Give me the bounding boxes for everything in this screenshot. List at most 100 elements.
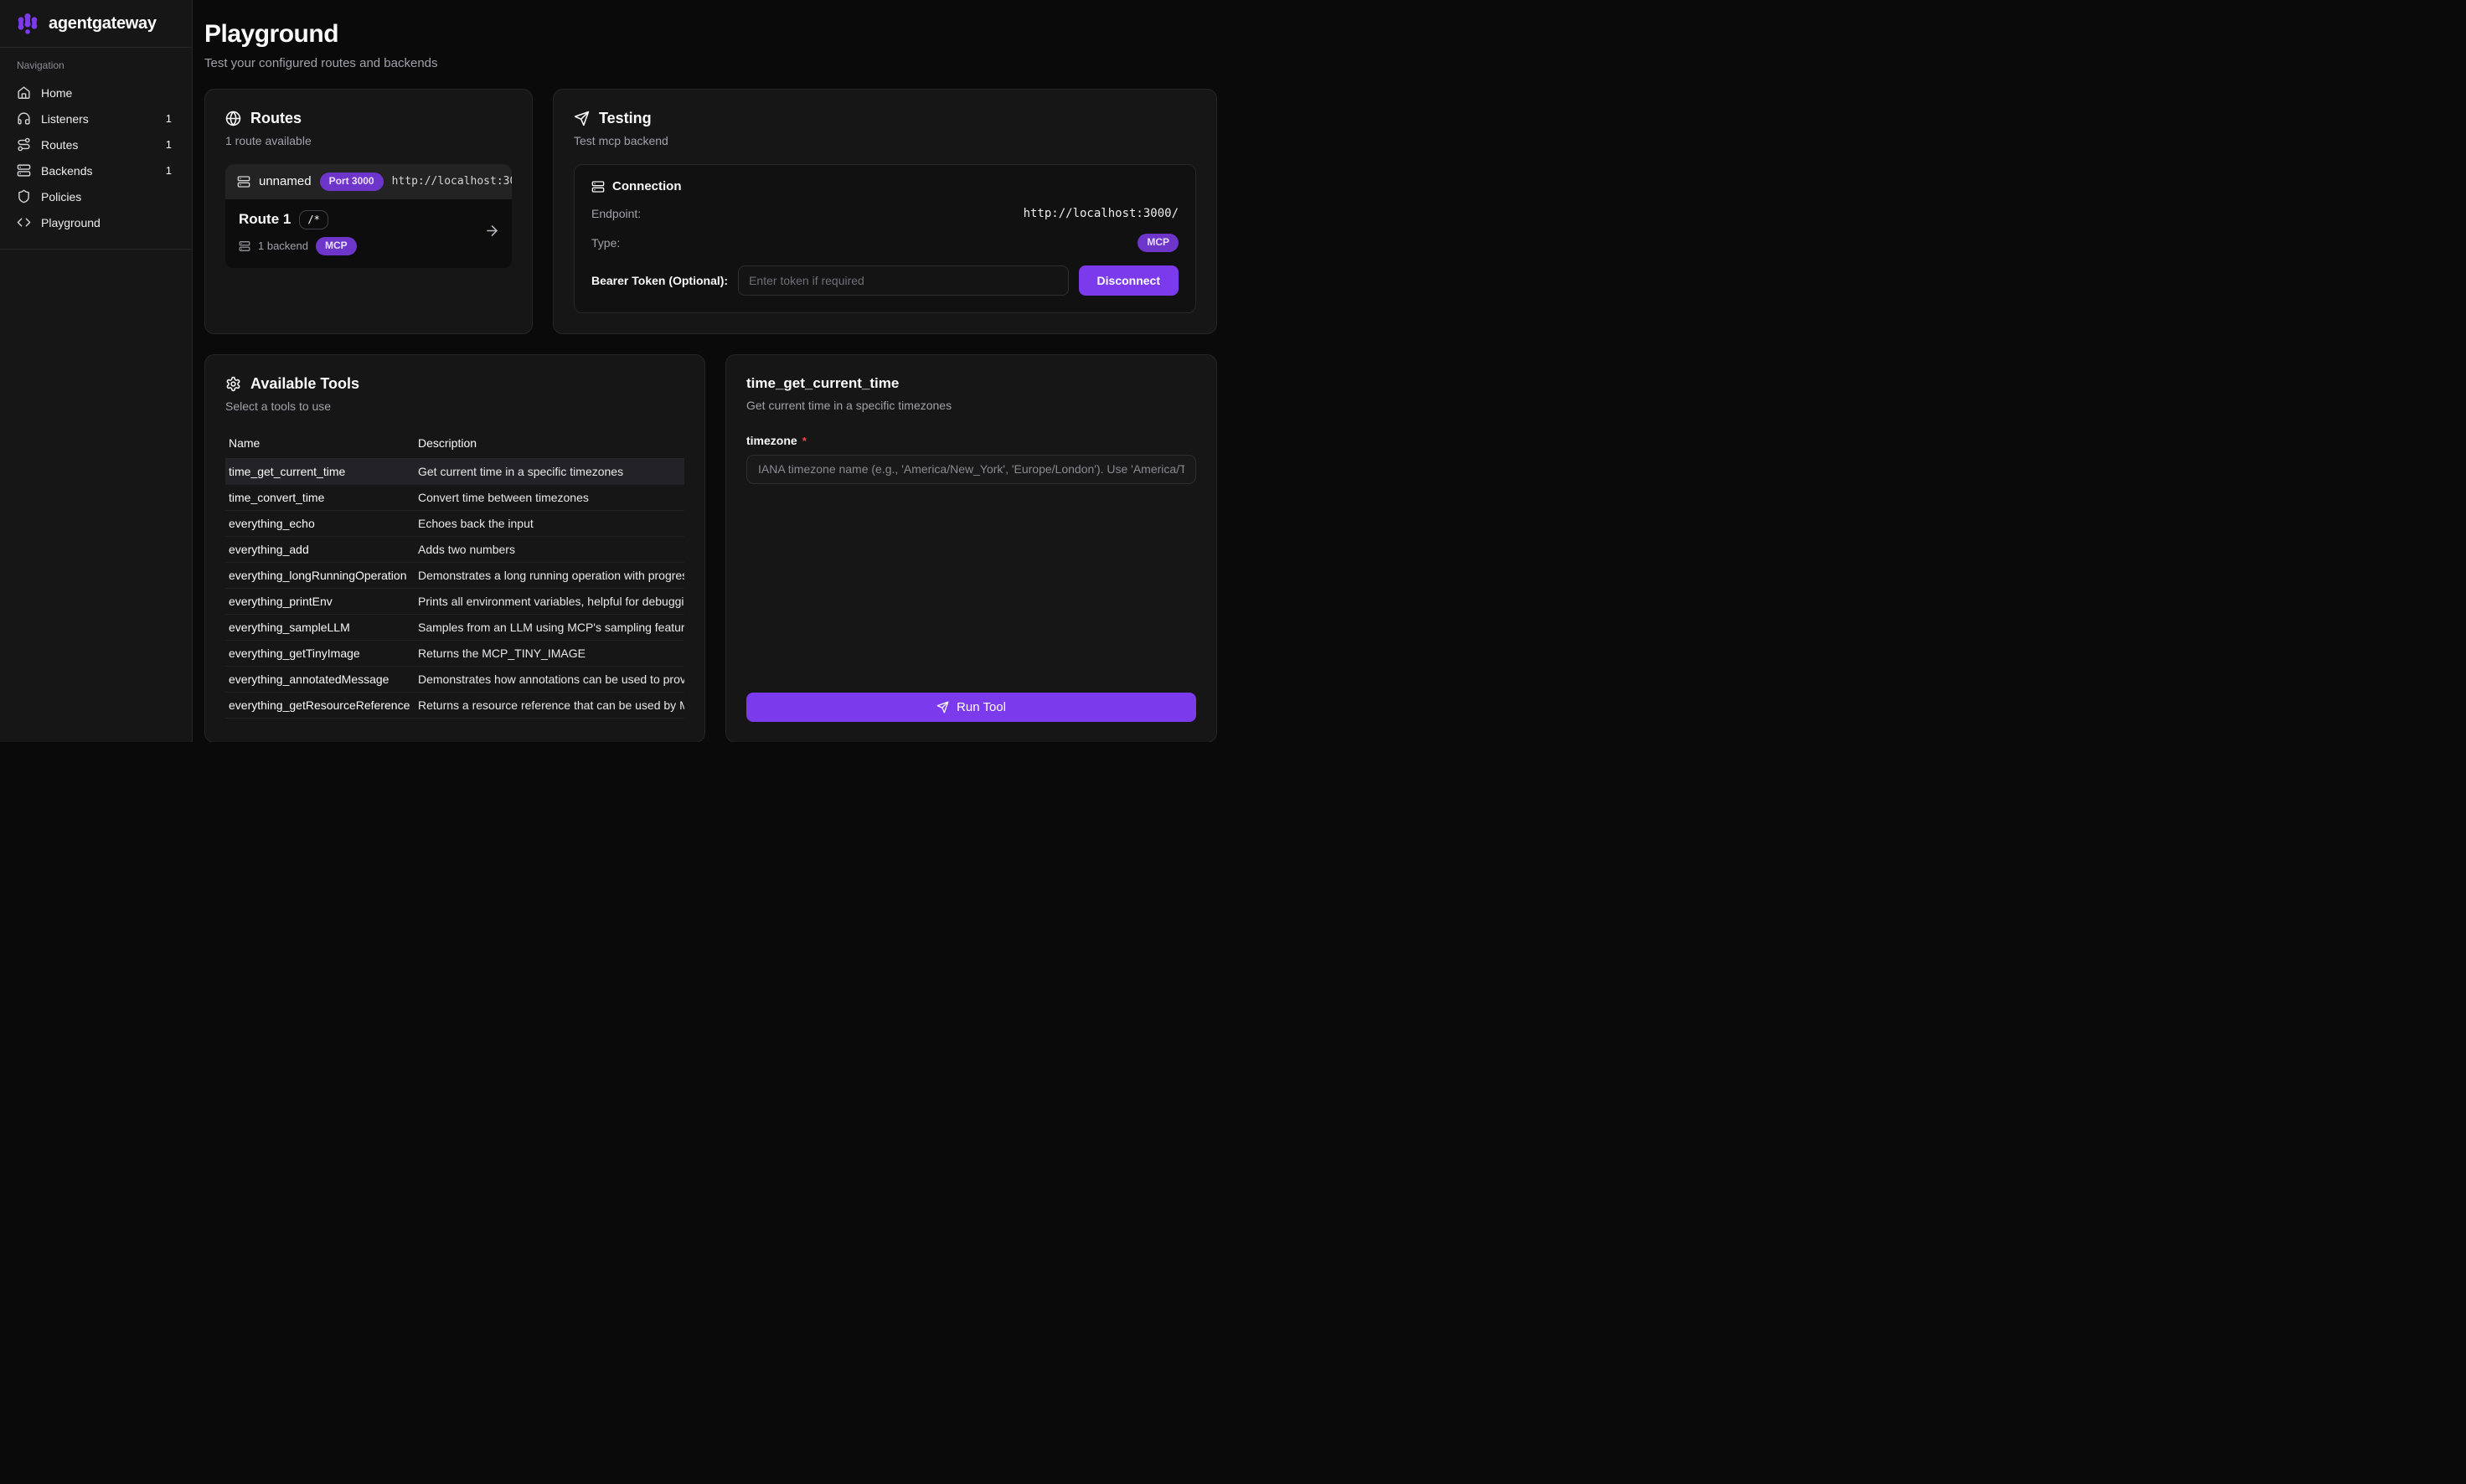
nav-item-label: Home [41,86,72,100]
tool-name-cell[interactable]: time_get_current_time [225,458,415,484]
testing-card-title: Testing [574,110,1196,127]
nav-item-label: Backends [41,164,92,178]
table-row[interactable]: everything_getResourceReference Returns … [225,692,684,718]
routes-card-title: Routes [225,110,512,127]
tool-subtitle: Get current time in a specific timezones [746,399,1196,412]
table-row[interactable]: everything_add Adds two numbers [225,536,684,562]
listener-row: unnamed Port 3000 http://localhost:3000/ [225,164,512,199]
nav-item-count: 1 [166,138,175,151]
send-icon [936,701,949,714]
sidebar-item-listeners[interactable]: Listeners 1 [8,106,183,131]
tool-name-cell[interactable]: everything_printEnv [225,588,415,614]
table-row[interactable]: everything_annotatedMessage Demonstrates… [225,666,684,692]
table-row[interactable]: everything_longRunningOperation Demonstr… [225,562,684,588]
send-icon [574,111,590,126]
tool-description-cell[interactable]: Demonstrates how annotations can be used… [415,666,684,692]
code-icon [17,215,31,229]
nav-item-label: Playground [41,216,101,229]
home-icon [17,85,31,100]
tool-description-cell[interactable]: Samples from an LLM using MCP's sampling… [415,614,684,640]
tool-description-cell[interactable]: Get current time in a specific timezones [415,458,684,484]
tool-title: time_get_current_time [746,375,1196,392]
tool-name-cell[interactable]: time_convert_time [225,484,415,510]
brand[interactable]: agentgateway [0,0,192,48]
table-row[interactable]: everything_printEnv Prints all environme… [225,588,684,614]
tool-name-cell[interactable]: everything_echo [225,510,415,536]
route-icon [17,137,31,152]
tool-name-cell[interactable]: everything_getResourceReference [225,692,415,718]
testing-card: Testing Test mcp backend Connection Endp… [553,89,1217,334]
run-tool-button[interactable]: Run Tool [746,693,1196,722]
table-row[interactable]: everything_sampleLLM Samples from an LLM… [225,614,684,640]
nav-item-label: Routes [41,138,78,152]
tool-name-cell[interactable]: everything_sampleLLM [225,614,415,640]
tool-name-cell[interactable]: everything_annotatedMessage [225,666,415,692]
headphones-icon [17,111,31,126]
table-row[interactable]: everything_getTinyImage Returns the MCP_… [225,640,684,666]
tool-description-cell[interactable]: Adds two numbers [415,536,684,562]
nav-item-label: Listeners [41,112,89,126]
sidebar-item-backends[interactable]: Backends 1 [8,157,183,183]
route-item[interactable]: Route 1 /* 1 backend MCP [225,199,512,268]
endpoint-label: Endpoint: [591,207,641,220]
tools-table: Name Description time_get_current_time G… [225,430,684,719]
bearer-token-label: Bearer Token (Optional): [591,274,728,287]
disconnect-button[interactable]: Disconnect [1079,265,1179,296]
routes-card: Routes 1 route available unnamed Port 30… [204,89,533,334]
server-icon [237,175,250,188]
arrow-right-icon[interactable] [484,223,500,243]
timezone-field-label: timezone* [746,434,1196,447]
main-content: Playground Test your configured routes a… [193,0,1233,742]
available-tools-subtitle: Select a tools to use [225,399,684,413]
timezone-input[interactable] [746,455,1196,484]
globe-icon [225,111,241,126]
testing-card-subtitle: Test mcp backend [574,134,1196,147]
tool-name-cell[interactable]: everything_add [225,536,415,562]
nav-item-label: Policies [41,190,81,204]
tools-column-name: Name [225,430,415,459]
nav-items: Home Listeners 1 Routes 1 Backends 1 Pol… [8,80,183,235]
nav-section-label: Navigation [8,59,183,80]
route-list: unnamed Port 3000 http://localhost:3000/… [225,164,512,268]
server-icon [591,180,605,193]
table-row[interactable]: time_convert_time Convert time between t… [225,484,684,510]
brand-name: agentgateway [49,14,157,33]
endpoint-value: http://localhost:3000/ [1024,207,1179,220]
tool-description-cell[interactable]: Demonstrates a long running operation wi… [415,562,684,588]
connection-title: Connection [591,179,1179,193]
route-backend-count: 1 backend [258,240,308,252]
nav-section: Navigation Home Listeners 1 Routes 1 Bac… [0,48,192,250]
table-row[interactable]: everything_echo Echoes back the input [225,510,684,536]
sidebar-item-policies[interactable]: Policies [8,183,183,209]
tool-name-cell[interactable]: everything_getTinyImage [225,640,415,666]
sidebar-item-routes[interactable]: Routes 1 [8,131,183,157]
page-title: Playground [204,20,1217,49]
tool-description-cell[interactable]: Echoes back the input [415,510,684,536]
tool-description-cell[interactable]: Prints all environment variables, helpfu… [415,588,684,614]
gear-icon [225,376,241,392]
type-badge: MCP [1138,234,1179,252]
type-label: Type: [591,236,620,250]
tool-name-cell[interactable]: everything_longRunningOperation [225,562,415,588]
tool-description-cell[interactable]: Convert time between timezones [415,484,684,510]
listener-name: unnamed [259,174,312,188]
table-row[interactable]: time_get_current_time Get current time i… [225,458,684,484]
connection-panel: Connection Endpoint: http://localhost:30… [574,164,1196,313]
page-subtitle: Test your configured routes and backends [204,56,1217,70]
server-icon [17,163,31,178]
sidebar: agentgateway Navigation Home Listeners 1… [0,0,193,742]
agentgateway-logo-icon [15,11,40,36]
tool-description-cell[interactable]: Returns the MCP_TINY_IMAGE [415,640,684,666]
sidebar-item-home[interactable]: Home [8,80,183,106]
shield-icon [17,189,31,204]
route-path-badge: /* [299,210,328,230]
required-marker: * [802,435,807,447]
sidebar-item-playground[interactable]: Playground [8,209,183,235]
route-name: Route 1 [239,211,291,228]
available-tools-title: Available Tools [225,375,684,393]
nav-item-count: 1 [166,164,175,177]
tool-description-cell[interactable]: Returns a resource reference that can be… [415,692,684,718]
route-type-badge: MCP [316,237,357,255]
tools-column-description: Description [415,430,684,459]
bearer-token-input[interactable] [738,265,1068,296]
